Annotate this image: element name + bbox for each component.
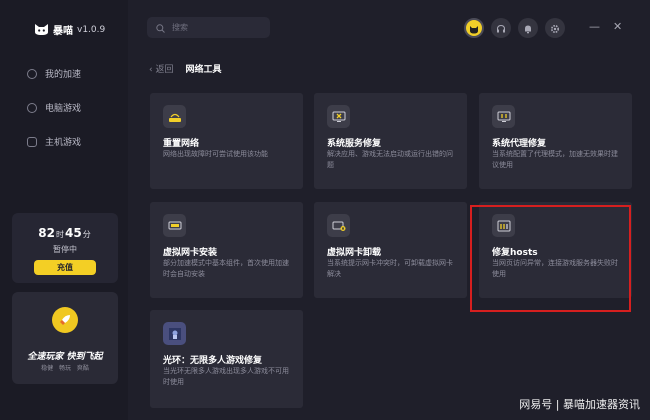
- nic-install-icon: [163, 214, 186, 237]
- tool-card-nic-uninstall[interactable]: 虚拟网卡卸载 当系统提示网卡冲突时，可卸载虚拟网卡解决: [314, 202, 467, 298]
- tool-description: 当系统提示网卡冲突时，可卸载虚拟网卡解决: [327, 259, 453, 278]
- search-input[interactable]: [172, 23, 262, 32]
- tool-card-proxy-repair[interactable]: 系统代理修复 当系统配置了代理模式，加速无效果时建议使用: [479, 93, 632, 189]
- hours-unit: 时: [56, 230, 64, 239]
- remaining-time-card: 82时45分 暂停中 充值: [12, 213, 118, 283]
- tool-description: 网络出现故障时可尝试使用该功能: [163, 150, 268, 158]
- settings-icon: [550, 19, 560, 38]
- tool-title: 重置网络: [163, 139, 200, 149]
- proxy-repair-icon: [492, 105, 515, 128]
- sidebar-item-label: 电脑游戏: [45, 104, 82, 114]
- sidebar-item-label: 我的加速: [45, 70, 82, 80]
- tool-card-halo-repair[interactable]: 光环：无限多人游戏修复 当光环无限多人游戏出现多人游戏不可用时使用: [150, 310, 303, 408]
- tool-description: 部分加速模式中基本组件，首次使用加速时会自动安装: [163, 259, 289, 278]
- sidebar-item-pc-games[interactable]: 电脑游戏: [27, 101, 81, 114]
- sidebar: 暴喵 v1.0.9 我的加速 电脑游戏 主机游戏 82时45分 暂停中 充值 全…: [0, 0, 128, 420]
- avatar-icon: [469, 19, 479, 38]
- tool-title: 虚拟网卡卸载: [327, 248, 382, 258]
- settings-button[interactable]: [545, 18, 565, 38]
- tool-title: 光环：无限多人游戏修复: [163, 356, 263, 366]
- app-logo: 暴喵 v1.0.9: [34, 22, 105, 37]
- hours-value: 82: [38, 226, 55, 240]
- cat-logo-icon: [34, 23, 49, 36]
- sidebar-item-label: 主机游戏: [45, 138, 82, 148]
- user-avatar[interactable]: [464, 18, 484, 38]
- minimize-button[interactable]: —: [589, 20, 600, 33]
- search-box[interactable]: [147, 17, 270, 38]
- nic-uninstall-icon: [327, 214, 350, 237]
- tool-title: 系统服务修复: [327, 139, 382, 149]
- acceleration-status: 暂停中: [53, 245, 77, 254]
- recharge-button[interactable]: 充值: [34, 260, 96, 275]
- hosts-repair-icon: [492, 214, 515, 237]
- tool-description: 当光环无限多人游戏出现多人游戏不可用时使用: [163, 367, 289, 386]
- sidebar-item-my-acceleration[interactable]: 我的加速: [27, 67, 81, 80]
- tool-card-hosts-repair[interactable]: 修复hosts 当网页访问异常，连接游戏服务器失败时使用: [479, 202, 632, 298]
- promo-title: 全速玩家 快到飞起: [27, 352, 103, 362]
- search-icon: [156, 18, 165, 37]
- tool-title: 修复hosts: [492, 248, 538, 258]
- promo-banner[interactable]: 全速玩家 快到飞起 稳健 畅玩 爽酷: [12, 292, 118, 384]
- back-label: 返回: [155, 65, 174, 75]
- tool-title: 虚拟网卡安装: [163, 248, 218, 258]
- chevron-left-icon: ‹: [149, 65, 153, 75]
- tool-card-network-reset[interactable]: 重置网络 网络出现故障时可尝试使用该功能: [150, 93, 303, 189]
- rocket-icon: [52, 307, 78, 333]
- halo-game-icon: [163, 322, 186, 345]
- app-name: 暴喵: [53, 26, 73, 37]
- sidebar-item-console-games[interactable]: 主机游戏: [27, 135, 81, 148]
- tool-card-nic-install[interactable]: 虚拟网卡安装 部分加速模式中基本组件，首次使用加速时会自动安装: [150, 202, 303, 298]
- tool-card-service-repair[interactable]: 系统服务修复 解决应用、游戏无法启动或运行出错的问题: [314, 93, 467, 189]
- bell-icon: [523, 19, 533, 38]
- back-link[interactable]: ‹ 返回: [149, 62, 174, 75]
- page-title: 网络工具: [185, 65, 222, 75]
- watermark: 网易号 | 暴喵加速器资讯: [519, 398, 640, 411]
- minutes-value: 45: [65, 226, 82, 240]
- network-reset-icon: [163, 105, 186, 128]
- service-repair-icon: [327, 105, 350, 128]
- tool-description: 当系统配置了代理模式，加速无效果时建议使用: [492, 150, 618, 169]
- breadcrumb: ‹ 返回 网络工具: [149, 62, 222, 75]
- remaining-time: 82时45分: [12, 226, 118, 240]
- tool-title: 系统代理修复: [492, 139, 547, 149]
- notification-button[interactable]: [518, 18, 538, 38]
- console-icon: [27, 136, 37, 147]
- speed-icon: [27, 68, 37, 79]
- headset-icon: [496, 19, 506, 38]
- pc-game-icon: [27, 102, 37, 113]
- close-button[interactable]: ✕: [613, 20, 622, 33]
- support-button[interactable]: [491, 18, 511, 38]
- promo-subtitle: 稳健 畅玩 爽酷: [41, 365, 89, 372]
- tool-description: 解决应用、游戏无法启动或运行出错的问题: [327, 150, 453, 169]
- tool-description: 当网页访问异常，连接游戏服务器失败时使用: [492, 259, 618, 278]
- minutes-unit: 分: [82, 230, 91, 239]
- app-version: v1.0.9: [77, 24, 106, 35]
